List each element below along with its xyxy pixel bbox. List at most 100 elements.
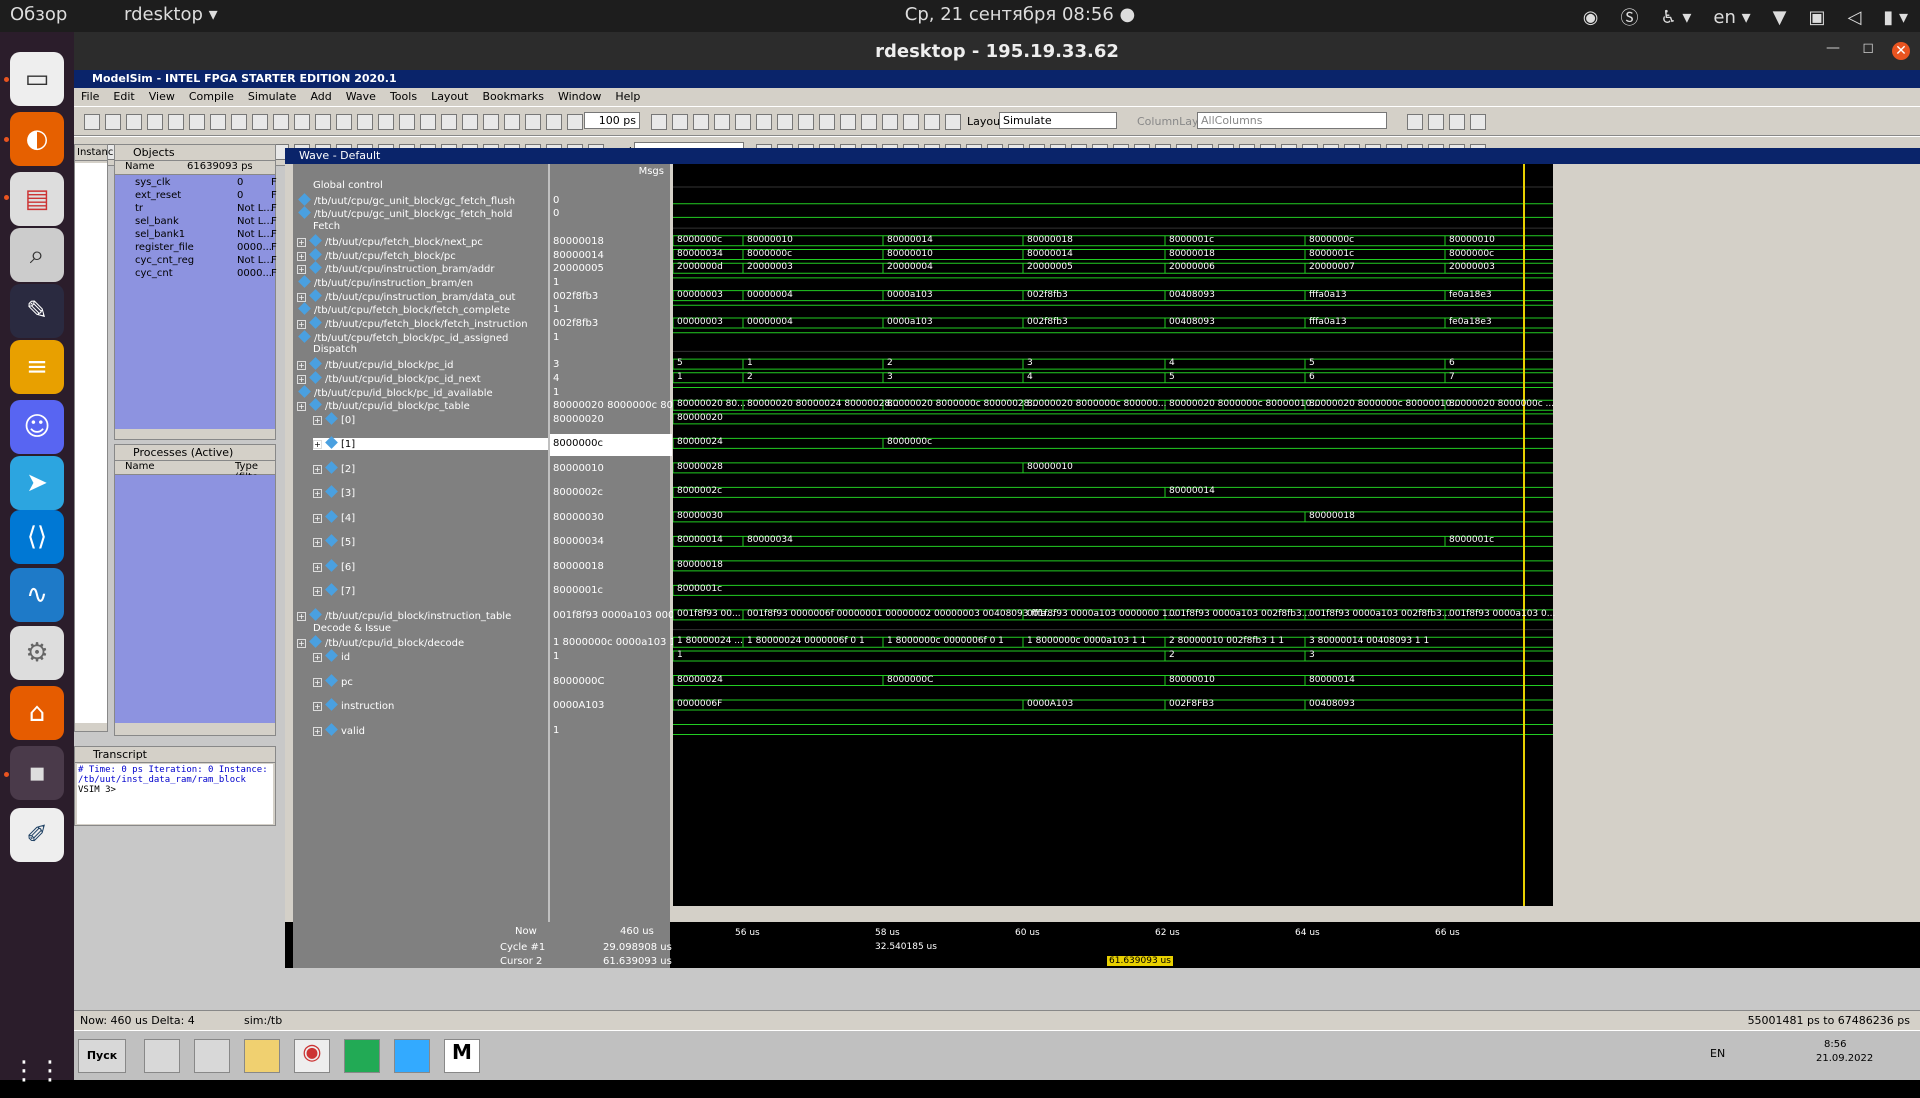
toolbar-button[interactable] [945, 114, 961, 130]
wave-signal-row[interactable]: + /tb/uut/cpu/fetch_block/pc [297, 247, 456, 262]
expand-icon[interactable]: + [297, 320, 306, 329]
taskbar-app-1[interactable] [144, 1039, 180, 1073]
wave-signal-row[interactable]: /tb/uut/cpu/gc_unit_block/gc_fetch_flush [297, 192, 515, 207]
objects-col-name[interactable]: Name [125, 161, 155, 172]
menu-layout[interactable]: Layout [424, 88, 475, 106]
menu-wave[interactable]: Wave [339, 88, 383, 106]
menu-help[interactable]: Help [608, 88, 647, 106]
minimize-icon[interactable]: — [1826, 40, 1840, 56]
wave-signal-row[interactable]: + /tb/uut/cpu/instruction_bram/addr [297, 261, 495, 275]
wave-signal-row[interactable]: /tb/uut/cpu/fetch_block/pc_id_assigned [297, 329, 508, 344]
wifi-icon[interactable]: ▼ [1773, 7, 1787, 28]
wave-signal-row[interactable]: + /tb/uut/cpu/id_block/pc_id [297, 357, 454, 371]
wave-group-label[interactable]: Dispatch [313, 344, 357, 355]
vpn-icon[interactable]: ▣ [1808, 7, 1825, 28]
expand-icon[interactable]: + [297, 237, 306, 247]
wave-signal-row[interactable]: + id [313, 649, 350, 663]
wave-signal-row[interactable]: /tb/uut/cpu/instruction_bram/en [297, 275, 473, 289]
object-name[interactable]: sys_clk [135, 177, 170, 188]
toolbar-button[interactable] [672, 114, 688, 130]
accessibility-icon[interactable]: ♿ ▾ [1660, 7, 1691, 28]
wave-signal-row[interactable]: + pc [313, 673, 353, 688]
discord-icon[interactable]: ☺ [10, 400, 64, 454]
menu-file[interactable]: File [74, 88, 106, 106]
wave-signal-row[interactable]: + instruction [313, 698, 394, 712]
activities-button[interactable]: Обзор [10, 4, 67, 25]
toolbar-button[interactable] [525, 114, 541, 130]
toolbar-button[interactable] [882, 114, 898, 130]
toolbar-button[interactable] [252, 114, 268, 130]
layout-select[interactable]: Simulate [999, 112, 1117, 129]
wave-signal-row[interactable]: /tb/uut/cpu/gc_unit_block/gc_fetch_hold [297, 206, 513, 220]
telegram-icon[interactable]: ➤ [10, 456, 64, 510]
wave-signal-row[interactable]: + /tb/uut/cpu/id_block/instruction_table [297, 608, 511, 622]
expand-icon[interactable]: + [313, 538, 322, 548]
text-editor-icon[interactable]: ✐ [10, 808, 64, 862]
toolbar-button[interactable] [357, 114, 373, 130]
object-name[interactable]: sel_bank1 [135, 229, 185, 240]
inkscape-icon[interactable]: ✎ [10, 284, 64, 338]
maximize-icon[interactable]: ◻ [1862, 40, 1874, 56]
modelsim-task-icon[interactable]: M [444, 1039, 480, 1073]
expand-icon[interactable]: + [297, 361, 306, 371]
toolbar-button[interactable] [1470, 114, 1486, 130]
toolbar-button[interactable] [420, 114, 436, 130]
toolbar-button[interactable] [462, 114, 478, 130]
rdesktop-icon[interactable]: ▪ [10, 746, 64, 800]
object-name[interactable]: ext_reset [135, 190, 181, 201]
network-app-icon[interactable]: ⌂ [10, 686, 64, 740]
menu-bookmarks[interactable]: Bookmarks [475, 88, 550, 106]
toolbar-button[interactable] [714, 114, 730, 130]
wave-signal-row[interactable]: + /tb/uut/cpu/fetch_block/fetch_instructi… [297, 316, 528, 330]
wave-group-label[interactable]: Decode & Issue [313, 623, 391, 634]
expand-icon[interactable]: + [313, 440, 322, 450]
toolbar-button[interactable] [336, 114, 352, 130]
toolbar-button[interactable] [567, 114, 583, 130]
toolbar-button[interactable] [546, 114, 562, 130]
toolbar-button[interactable] [483, 114, 499, 130]
toolbar-button[interactable] [189, 114, 205, 130]
toolbar-button[interactable] [378, 114, 394, 130]
toolbar-button[interactable] [231, 114, 247, 130]
object-name[interactable]: cyc_cnt [135, 268, 173, 279]
wave-signal-row[interactable]: + [2] [313, 461, 355, 475]
taskbar-app-6[interactable] [394, 1039, 430, 1073]
clock[interactable]: Ср, 21 сентября 08:56 ● [900, 4, 1140, 25]
language-selector[interactable]: en ▾ [1713, 7, 1750, 28]
menu-add[interactable]: Add [303, 88, 338, 106]
wave-signal-row[interactable]: + /tb/uut/cpu/id_block/pc_id_next [297, 370, 481, 385]
toolbar-button[interactable] [105, 114, 121, 130]
wave-signal-row[interactable]: + valid [313, 722, 365, 737]
wave-signal-row[interactable]: + [3] [313, 485, 355, 499]
columnlayout-select[interactable]: AllColumns [1197, 112, 1387, 129]
expand-icon[interactable]: + [313, 562, 322, 572]
files-icon[interactable]: ▭ [10, 52, 64, 106]
volume-icon[interactable]: ◁ [1847, 7, 1861, 28]
wave-signal-row[interactable]: + [0] [313, 412, 355, 426]
toolbar-button[interactable] [504, 114, 520, 130]
expand-icon[interactable]: + [313, 489, 322, 499]
wave-signal-row[interactable]: + [6] [313, 559, 355, 573]
toolbar-button[interactable] [294, 114, 310, 130]
expand-icon[interactable]: + [313, 513, 322, 523]
menu-view[interactable]: View [142, 88, 182, 106]
start-button[interactable]: Пуск [78, 1039, 126, 1073]
chrome-tray-icon[interactable]: ◉ [1583, 7, 1599, 28]
layers-icon[interactable]: ≡ [10, 340, 64, 394]
expand-icon[interactable]: + [297, 292, 306, 302]
menu-window[interactable]: Window [551, 88, 608, 106]
toolbar-button[interactable] [819, 114, 835, 130]
wave-signal-row[interactable]: /tb/uut/cpu/id_block/pc_id_available [297, 384, 493, 399]
taskbar-app-2[interactable] [194, 1039, 230, 1073]
toolbar-button[interactable] [441, 114, 457, 130]
expand-icon[interactable]: + [313, 702, 322, 711]
close-icon[interactable]: ✕ [1892, 42, 1910, 60]
expand-icon[interactable]: + [313, 464, 322, 474]
toolbar-button[interactable] [168, 114, 184, 130]
expand-icon[interactable]: + [313, 415, 322, 425]
chrome-icon[interactable]: ◉ [294, 1039, 330, 1073]
object-name[interactable]: register_file [135, 242, 194, 253]
processes-col-name[interactable]: Name [125, 461, 155, 472]
transcript-prompt[interactable]: VSIM 3> [78, 785, 272, 795]
object-name[interactable]: sel_bank [135, 216, 179, 227]
